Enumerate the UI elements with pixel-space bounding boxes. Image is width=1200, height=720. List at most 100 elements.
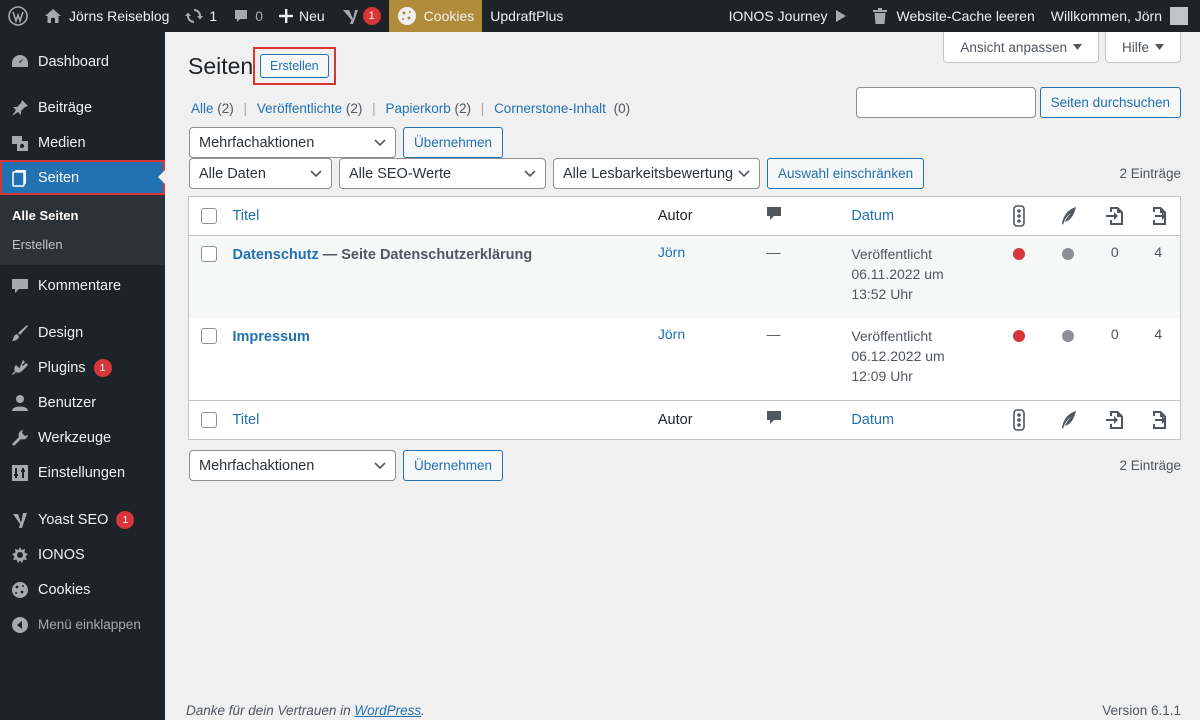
- menu-media-label: Medien: [38, 134, 86, 151]
- readability-filter-select[interactable]: Alle Lesbarkeitsbewertung: [553, 158, 760, 189]
- menu-design[interactable]: Design: [0, 315, 165, 350]
- view-trash-link[interactable]: Papierkorb: [385, 101, 450, 116]
- user-icon: [10, 393, 30, 413]
- site-name-link[interactable]: Jörns Reiseblog: [36, 0, 177, 32]
- page-title-link[interactable]: Impressum: [232, 329, 309, 345]
- menu-users[interactable]: Benutzer: [0, 385, 165, 420]
- help-label: Hilfe: [1121, 39, 1149, 55]
- search-input[interactable]: [855, 87, 1036, 118]
- bulk-apply-button-bottom[interactable]: Übernehmen: [403, 450, 504, 481]
- updraftplus-label: UpdraftPlus: [490, 8, 564, 24]
- view-all-link[interactable]: Alle: [191, 101, 214, 116]
- outgoing-links-footer: [1093, 410, 1136, 430]
- incoming-links-footer: [1137, 410, 1180, 430]
- comments-link[interactable]: 0: [225, 0, 271, 32]
- date-filter-select[interactable]: Alle Daten: [189, 158, 332, 189]
- add-new-page-button[interactable]: Erstellen: [260, 54, 329, 78]
- version-text: Version 6.1.1: [1102, 703, 1181, 718]
- chevron-down-icon: [374, 461, 386, 469]
- submenu-all-pages[interactable]: Alle Seiten: [0, 201, 165, 230]
- author-header: Autor: [657, 208, 693, 224]
- cookie-icon: [10, 580, 30, 600]
- incoming-links-icon: [1153, 411, 1167, 429]
- menu-plugins[interactable]: Plugins 1: [0, 350, 165, 385]
- author-link[interactable]: Jörn: [658, 326, 685, 342]
- bulk-action-select-bottom[interactable]: Mehrfachaktionen: [189, 450, 396, 481]
- table-footer: Titel Autor Datum: [189, 400, 1180, 439]
- account-link[interactable]: Willkommen, Jörn: [1043, 0, 1200, 32]
- author-footer: Autor: [657, 412, 693, 428]
- updates-link[interactable]: 1: [177, 0, 225, 32]
- publish-status: Veröffentlicht: [851, 246, 932, 262]
- ionos-journey-link[interactable]: IONOS Journey: [721, 0, 856, 32]
- wordpress-logo-icon[interactable]: [0, 0, 36, 32]
- filter-button[interactable]: Auswahl einschränken: [767, 158, 925, 189]
- menu-posts[interactable]: Beiträge: [0, 90, 165, 125]
- ionos-journey-label: IONOS Journey: [728, 8, 828, 24]
- clear-cache-link[interactable]: Website-Cache leeren: [865, 0, 1042, 32]
- readability-score-dot: [1062, 248, 1075, 260]
- cookie-icon: [397, 7, 416, 25]
- menu-settings[interactable]: Einstellungen: [0, 455, 165, 490]
- menu-yoast[interactable]: Yoast SEO 1: [0, 502, 165, 537]
- screen-options-button[interactable]: Ansicht anpassen: [943, 32, 1099, 63]
- comment-icon: [767, 207, 782, 220]
- menu-media[interactable]: Medien: [0, 125, 165, 160]
- menu-comments[interactable]: Kommentare: [0, 268, 165, 303]
- publish-status: Veröffentlicht: [851, 328, 932, 344]
- quill-icon: [1062, 207, 1077, 225]
- site-name: Jörns Reiseblog: [69, 8, 170, 24]
- comments-header: [766, 206, 851, 226]
- menu-tools[interactable]: Werkzeuge: [0, 420, 165, 455]
- menu-dashboard[interactable]: Dashboard: [0, 44, 165, 79]
- bulk-action-select-top[interactable]: Mehrfachaktionen: [189, 127, 396, 158]
- menu-pages[interactable]: Seiten: [0, 160, 165, 195]
- publish-date: 06.12.2022 um: [851, 348, 945, 364]
- view-cornerstone-link[interactable]: Cornerstone-Inhalt: [494, 101, 606, 116]
- view-all-count: (2): [217, 101, 234, 116]
- updraftplus-link[interactable]: UpdraftPlus: [482, 0, 571, 32]
- row-checkbox[interactable]: [189, 246, 228, 262]
- comment-bubble-icon: [235, 10, 248, 22]
- quill-icon: [1062, 411, 1077, 429]
- help-button[interactable]: Hilfe: [1104, 32, 1181, 63]
- row-checkbox[interactable]: [189, 328, 228, 344]
- date-filter-value: Alle Daten: [199, 165, 266, 182]
- cookies-adminbar-link[interactable]: Cookies: [388, 0, 483, 32]
- table-row: Datenschutz — Seite Datenschutzerklärung…: [189, 236, 1180, 318]
- collapse-menu-button[interactable]: Menü einklappen: [0, 607, 165, 642]
- outgoing-links-count: 0: [1110, 244, 1119, 260]
- sort-date-link[interactable]: Datum: [851, 206, 994, 226]
- page-title: Seiten: [188, 53, 254, 79]
- author-link[interactable]: Jörn: [658, 244, 685, 260]
- wordpress-link[interactable]: WordPress: [354, 703, 421, 718]
- view-published-link[interactable]: Veröffentlichte: [257, 101, 342, 116]
- plus-icon: [278, 9, 293, 23]
- sort-title-link[interactable]: Titel: [232, 208, 259, 224]
- sort-date-link-bottom[interactable]: Datum: [851, 410, 994, 430]
- cookies-label: Cookies: [423, 8, 475, 24]
- table-header: Titel Autor Datum: [189, 197, 1180, 236]
- comments-footer: [766, 410, 851, 430]
- select-all-checkbox[interactable]: [189, 208, 228, 224]
- readability-footer: [1044, 410, 1093, 430]
- seo-filter-select[interactable]: Alle SEO-Werte: [339, 158, 546, 189]
- submenu-create-page[interactable]: Erstellen: [0, 230, 165, 259]
- pages-icon: [10, 168, 30, 188]
- incoming-links-header: [1137, 206, 1180, 226]
- plugin-icon: [10, 358, 30, 378]
- search-box: Seiten durchsuchen: [855, 87, 1181, 118]
- play-icon: [836, 10, 847, 22]
- select-all-checkbox-bottom[interactable]: [189, 412, 228, 428]
- comment-icon: [767, 411, 782, 424]
- page-title-link[interactable]: Datenschutz: [232, 247, 318, 263]
- menu-ionos[interactable]: IONOS: [0, 537, 165, 572]
- menu-cookies[interactable]: Cookies: [0, 572, 165, 607]
- new-content-link[interactable]: Neu: [271, 0, 333, 32]
- yoast-adminbar-link[interactable]: 1: [333, 0, 389, 32]
- date-cell: Veröffentlicht 06.12.2022 um 12:09 Uhr: [851, 326, 994, 386]
- search-pages-button[interactable]: Seiten durchsuchen: [1039, 87, 1181, 118]
- settings-icon: [10, 463, 30, 483]
- sort-title-link-bottom[interactable]: Titel: [232, 412, 259, 428]
- bulk-apply-button-top[interactable]: Übernehmen: [403, 127, 504, 158]
